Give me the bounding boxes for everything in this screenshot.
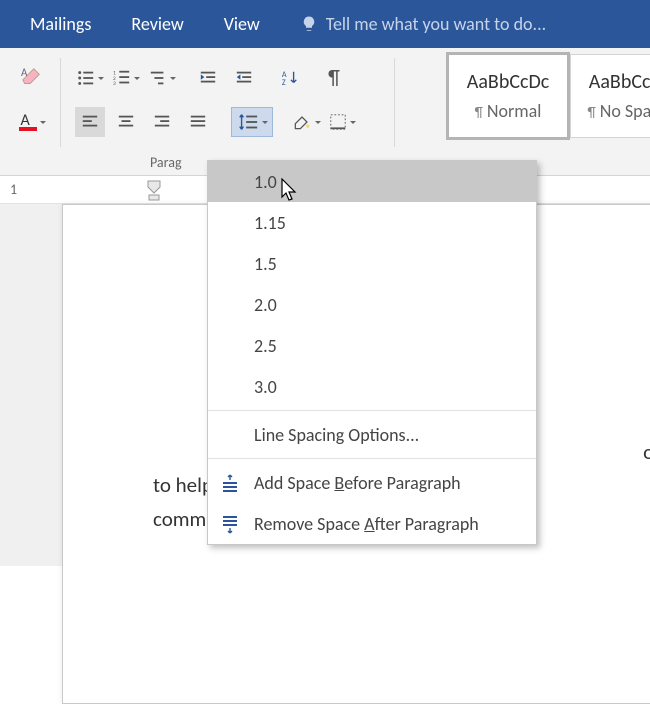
paint-bucket-icon [292, 112, 312, 132]
pilcrow-icon: ¶ [588, 104, 596, 121]
align-center-icon [117, 113, 135, 131]
ruler-mark-1: 1 [10, 181, 17, 198]
borders-icon [329, 113, 347, 131]
tab-view[interactable]: View [204, 0, 280, 48]
shading-button[interactable] [291, 107, 321, 137]
ribbon: A 123 AZ ¶ A [0, 48, 650, 176]
increase-indent-button[interactable] [229, 63, 259, 93]
line-spacing-button[interactable] [231, 107, 273, 137]
style-no-spacing[interactable]: AaBbCcDc ¶No Spac... [570, 54, 650, 138]
number-list-icon: 123 [113, 69, 131, 87]
spacing-option-1-5[interactable]: 1.5 [208, 243, 536, 284]
align-center-button[interactable] [111, 107, 141, 137]
sort-icon: AZ [281, 69, 299, 87]
styles-gallery: AaBbCcDc ¶Normal AaBbCcDc ¶No Spac... [448, 54, 650, 138]
space-before-icon [220, 473, 240, 493]
menu-separator [208, 458, 536, 459]
svg-text:A: A [21, 67, 28, 79]
line-spacing-options[interactable]: Line Spacing Options... [208, 414, 536, 455]
add-space-before[interactable]: Add Space Before Paragraph [208, 462, 536, 503]
borders-button[interactable] [327, 107, 357, 137]
align-right-icon [153, 113, 171, 131]
bullets-button[interactable] [75, 63, 105, 93]
align-justify-icon [189, 113, 207, 131]
svg-text:Z: Z [282, 78, 286, 87]
menu-item-label: 1.5 [254, 253, 277, 275]
decrease-indent-button[interactable] [193, 63, 223, 93]
font-color-icon: A [19, 113, 37, 131]
menu-item-label: Line Spacing Options... [254, 424, 419, 446]
align-right-button[interactable] [147, 107, 177, 137]
spacing-option-2-0[interactable]: 2.0 [208, 284, 536, 325]
clear-formatting-button[interactable]: A [17, 63, 47, 93]
align-left-icon [81, 113, 99, 131]
remove-space-after[interactable]: Remove Space After Paragraph [208, 503, 536, 544]
menu-separator [208, 410, 536, 411]
lightbulb-icon [300, 15, 318, 33]
style-preview-text: AaBbCcDc [589, 70, 650, 94]
menu-item-label: 3.0 [254, 376, 277, 398]
numbering-button[interactable]: 123 [111, 63, 141, 93]
menu-item-label: 2.0 [254, 294, 277, 316]
bullet-list-icon [77, 69, 95, 87]
eraser-icon: A [21, 67, 43, 89]
mouse-cursor-icon [281, 178, 301, 204]
increase-indent-icon [235, 69, 253, 87]
style-preview-text: AaBbCcDc [467, 70, 549, 94]
sort-button[interactable]: AZ [275, 63, 305, 93]
indent-marker-icon[interactable] [146, 179, 162, 201]
menu-item-label: 1.0 [254, 171, 277, 193]
spacing-option-2-5[interactable]: 2.5 [208, 325, 536, 366]
spacing-option-1-0[interactable]: 1.0 [208, 161, 536, 202]
spacing-option-1-15[interactable]: 1.15 [208, 202, 536, 243]
align-left-button[interactable] [75, 107, 105, 137]
space-after-icon [220, 514, 240, 534]
line-spacing-menu: 1.0 1.15 1.5 2.0 2.5 3.0 Line Spacing Op… [207, 160, 537, 545]
pilcrow-icon: ¶ [328, 66, 340, 90]
multilevel-list-button[interactable] [147, 63, 177, 93]
menu-item-label: Add Space Before Paragraph [254, 472, 461, 494]
style-name-label: No Spac... [600, 100, 650, 122]
decrease-indent-icon [199, 69, 217, 87]
multilevel-list-icon [149, 69, 167, 87]
align-justify-button[interactable] [183, 107, 213, 137]
spacing-option-3-0[interactable]: 3.0 [208, 366, 536, 407]
show-hide-marks-button[interactable]: ¶ [319, 63, 349, 93]
line-spacing-icon [237, 111, 259, 133]
paragraph-group-label: Parag [150, 154, 182, 171]
style-name-label: Normal [487, 100, 542, 122]
ribbon-tabs: Mailings Review View Tell me what you wa… [0, 0, 650, 48]
font-color-button[interactable]: A [17, 107, 47, 137]
tab-review[interactable]: Review [111, 0, 203, 48]
doc-text: o assistin [643, 439, 650, 465]
tab-mailings[interactable]: Mailings [10, 0, 111, 48]
menu-item-label: 1.15 [254, 212, 286, 234]
style-normal[interactable]: AaBbCcDc ¶Normal [448, 54, 568, 138]
tell-me-search[interactable]: Tell me what you want to do... [280, 0, 566, 48]
svg-text:3: 3 [113, 81, 116, 87]
pilcrow-icon: ¶ [475, 104, 483, 121]
menu-item-label: 2.5 [254, 335, 277, 357]
menu-item-label: Remove Space After Paragraph [254, 513, 479, 535]
tell-me-placeholder: Tell me what you want to do... [326, 13, 546, 35]
